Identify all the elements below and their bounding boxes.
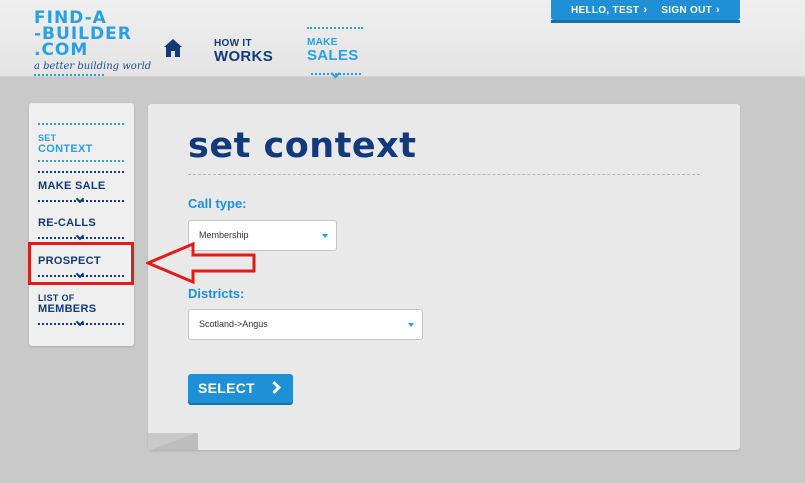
user-bar: HELLO, TEST › SIGN OUT › xyxy=(551,0,740,20)
sidebar-divider xyxy=(38,123,124,125)
sidebar-item-set-context[interactable]: SET CONTEXT xyxy=(38,133,124,155)
logo-divider xyxy=(34,74,104,76)
site-logo[interactable]: FIND-A -BUILDER .COM a better building w… xyxy=(34,10,152,76)
home-icon[interactable] xyxy=(162,37,184,59)
caret-down-icon xyxy=(322,234,328,238)
nav-how-big: WORKS xyxy=(214,48,273,65)
sign-out-label: SIGN OUT xyxy=(661,5,713,16)
user-greeting-link[interactable]: HELLO, TEST › xyxy=(571,4,647,16)
districts-label: Districts: xyxy=(188,286,245,301)
panel-corner-fold xyxy=(148,433,198,450)
sidebar-item-list-of-members[interactable]: LIST OF MEMBERS xyxy=(38,293,124,315)
sidebar-item-label: CONTEXT xyxy=(38,143,93,155)
select-button[interactable]: SELECT xyxy=(188,374,293,403)
nav-make-sales[interactable]: MAKE SALES xyxy=(307,27,363,79)
chevron-right-icon: › xyxy=(716,4,720,16)
sidebar-item-label: MEMBERS xyxy=(38,303,97,315)
user-bar-shadow xyxy=(551,20,740,23)
sign-out-link[interactable]: SIGN OUT › xyxy=(661,4,720,16)
sidebar-divider xyxy=(38,171,124,173)
select-button-label: SELECT xyxy=(198,380,256,396)
caret-down-icon xyxy=(408,323,414,327)
districts-value: Scotland->Angus xyxy=(199,319,268,329)
annotation-arrow-icon xyxy=(146,241,256,285)
nav-how-it-works[interactable]: HOW IT WORKS xyxy=(214,38,273,65)
sidebar-item-small: LIST OF xyxy=(38,293,75,303)
sidebar-item-small: SET xyxy=(38,133,57,143)
call-type-value: Membership xyxy=(199,230,249,240)
sidebar-item-label: MAKE SALE xyxy=(38,180,106,192)
chevron-down-icon xyxy=(330,68,341,79)
sidebar-item-label: RE-CALLS xyxy=(38,217,97,229)
sidebar: SET CONTEXT MAKE SALE RE-CALLS PROSPECT … xyxy=(29,103,134,346)
sidebar-item-make-sale[interactable]: MAKE SALE xyxy=(38,180,124,192)
nav-make-big: SALES xyxy=(307,47,359,64)
title-divider xyxy=(188,174,700,175)
logo-line-3: .COM xyxy=(34,40,89,60)
page-title: set context xyxy=(188,126,417,166)
user-greeting: HELLO, TEST xyxy=(571,5,640,16)
annotation-highlight-box xyxy=(28,242,134,285)
districts-select[interactable]: Scotland->Angus xyxy=(188,309,423,340)
logo-tagline: a better building world xyxy=(34,61,152,72)
chevron-right-icon: › xyxy=(643,4,648,16)
call-type-label: Call type: xyxy=(188,196,247,211)
chevron-right-icon xyxy=(268,381,281,394)
sidebar-item-re-calls[interactable]: RE-CALLS xyxy=(38,217,124,229)
sidebar-divider xyxy=(38,160,124,162)
